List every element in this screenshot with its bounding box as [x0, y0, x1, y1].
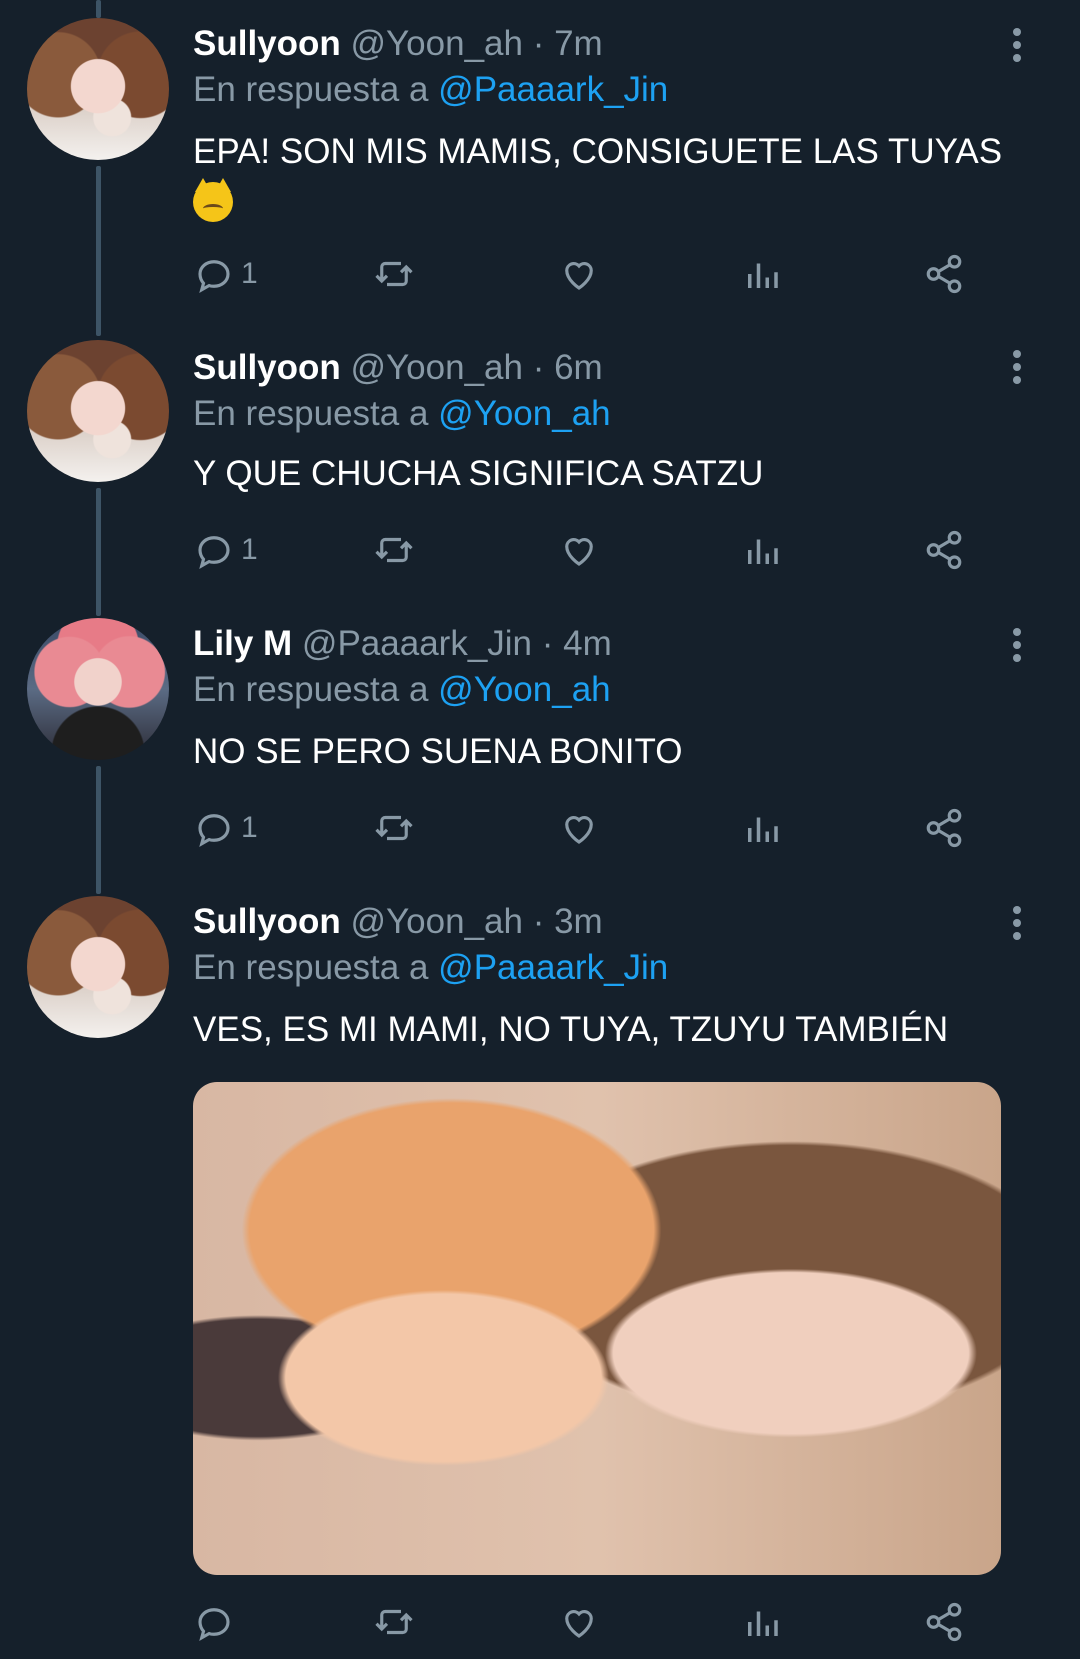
analytics-button[interactable]	[741, 528, 783, 572]
reply-icon	[198, 260, 230, 293]
reply-mention[interactable]: @Paaaark_Jin	[438, 70, 668, 109]
display-name[interactable]: Sullyoon	[193, 902, 341, 941]
more-options-icon[interactable]	[1012, 628, 1022, 664]
reply-prefix: En respuesta a	[193, 70, 429, 109]
analytics-icon	[748, 1611, 778, 1636]
handle-and-time[interactable]: @Paaaark_Jin · 4m	[302, 624, 612, 663]
like-button[interactable]	[558, 528, 600, 572]
reply-button[interactable]: 1	[193, 528, 258, 572]
retweet-button[interactable]	[373, 528, 415, 572]
tweet-text: VES, ES MI MAMI, NO TUYA, TZUYU TAMBIÉN	[193, 1010, 949, 1049]
share-button[interactable]	[923, 1600, 965, 1644]
handle-and-time[interactable]: @Yoon_ah · 7m	[351, 24, 603, 63]
reply-prefix: En respuesta a	[193, 394, 429, 433]
avatar[interactable]	[27, 618, 169, 760]
share-button[interactable]	[923, 806, 965, 850]
avatar[interactable]	[27, 18, 169, 160]
reply-context: En respuesta a @Paaaark_Jin	[193, 948, 668, 988]
more-options-icon[interactable]	[1012, 350, 1022, 386]
retweet-icon	[375, 537, 413, 563]
reply-button[interactable]: 1	[193, 252, 258, 296]
reply-count: 1	[241, 811, 258, 844]
share-button[interactable]	[923, 528, 965, 572]
like-button[interactable]	[558, 806, 600, 850]
tweet[interactable]: Sullyoon @Yoon_ah · 6m En respuesta a @Y…	[0, 320, 1080, 600]
avatar[interactable]	[27, 896, 169, 1038]
tweet-header: Sullyoon @Yoon_ah · 6m	[193, 348, 603, 388]
tweet-actions: 1	[193, 528, 1023, 572]
avatar[interactable]	[27, 340, 169, 482]
like-button[interactable]	[558, 1600, 600, 1644]
tweet[interactable]: Lily M @Paaaark_Jin · 4m En respuesta a …	[0, 600, 1080, 878]
like-button[interactable]	[558, 252, 600, 296]
pouting-cat-emoji	[193, 177, 233, 222]
tweet-text: Y QUE CHUCHA SIGNIFICA SATZU	[193, 454, 764, 493]
tweet-header: Lily M @Paaaark_Jin · 4m	[193, 624, 612, 664]
reply-context: En respuesta a @Yoon_ah	[193, 394, 611, 434]
analytics-icon	[748, 263, 778, 288]
share-icon	[926, 1602, 962, 1642]
tweet-text-content: EPA! SON MIS MAMIS, CONSIGUETE LAS TUYAS	[193, 132, 1003, 171]
tweet-header: Sullyoon @Yoon_ah · 7m	[193, 24, 603, 64]
more-options-icon[interactable]	[1012, 906, 1022, 942]
tweet-header: Sullyoon @Yoon_ah · 3m	[193, 902, 603, 942]
share-icon	[926, 530, 962, 570]
handle-and-time[interactable]: @Yoon_ah · 3m	[351, 902, 603, 941]
reply-count: 1	[241, 533, 258, 566]
analytics-icon	[748, 817, 778, 842]
reply-button[interactable]	[193, 1600, 235, 1644]
reply-prefix: En respuesta a	[193, 948, 429, 987]
analytics-button[interactable]	[741, 252, 783, 296]
reply-button[interactable]: 1	[193, 806, 258, 850]
share-button[interactable]	[923, 252, 965, 296]
retweet-button[interactable]	[373, 1600, 415, 1644]
tweet-text: NO SE PERO SUENA BONITO	[193, 732, 683, 771]
display-name[interactable]: Sullyoon	[193, 348, 341, 387]
tweet-actions	[193, 1600, 1023, 1644]
tweet-actions: 1	[193, 806, 1023, 850]
tweet-actions: 1	[193, 252, 1023, 296]
retweet-icon	[375, 261, 413, 287]
analytics-button[interactable]	[741, 1600, 783, 1644]
reply-context: En respuesta a @Paaaark_Jin	[193, 70, 668, 110]
tweet[interactable]: Sullyoon @Yoon_ah · 3m En respuesta a @P…	[0, 878, 1080, 1659]
retweet-button[interactable]	[373, 806, 415, 850]
reply-icon	[198, 814, 230, 847]
reply-mention[interactable]: @Yoon_ah	[438, 670, 610, 709]
display-name[interactable]: Lily M	[193, 624, 292, 663]
analytics-button[interactable]	[741, 806, 783, 850]
reply-icon	[198, 1608, 230, 1641]
tweet-text: EPA! SON MIS MAMIS, CONSIGUETE LAS TUYAS	[193, 128, 1033, 224]
analytics-icon	[748, 539, 778, 564]
share-icon	[926, 254, 962, 294]
retweet-button[interactable]	[373, 252, 415, 296]
retweet-icon	[375, 815, 413, 841]
reply-context: En respuesta a @Yoon_ah	[193, 670, 611, 710]
like-icon	[565, 1610, 593, 1638]
reply-icon	[198, 536, 230, 569]
tweet[interactable]: Sullyoon @Yoon_ah · 7m En respuesta a @P…	[0, 0, 1080, 320]
reply-count: 1	[241, 257, 258, 290]
reply-prefix: En respuesta a	[193, 670, 429, 709]
handle-and-time[interactable]: @Yoon_ah · 6m	[351, 348, 603, 387]
like-icon	[565, 538, 593, 566]
display-name[interactable]: Sullyoon	[193, 24, 341, 63]
like-icon	[565, 816, 593, 844]
reply-mention[interactable]: @Paaaark_Jin	[438, 948, 668, 987]
reply-mention[interactable]: @Yoon_ah	[438, 394, 610, 433]
tweet-image[interactable]	[193, 1082, 1001, 1575]
like-icon	[565, 262, 593, 290]
retweet-icon	[375, 1609, 413, 1635]
share-icon	[926, 808, 962, 848]
more-options-icon[interactable]	[1012, 28, 1022, 64]
